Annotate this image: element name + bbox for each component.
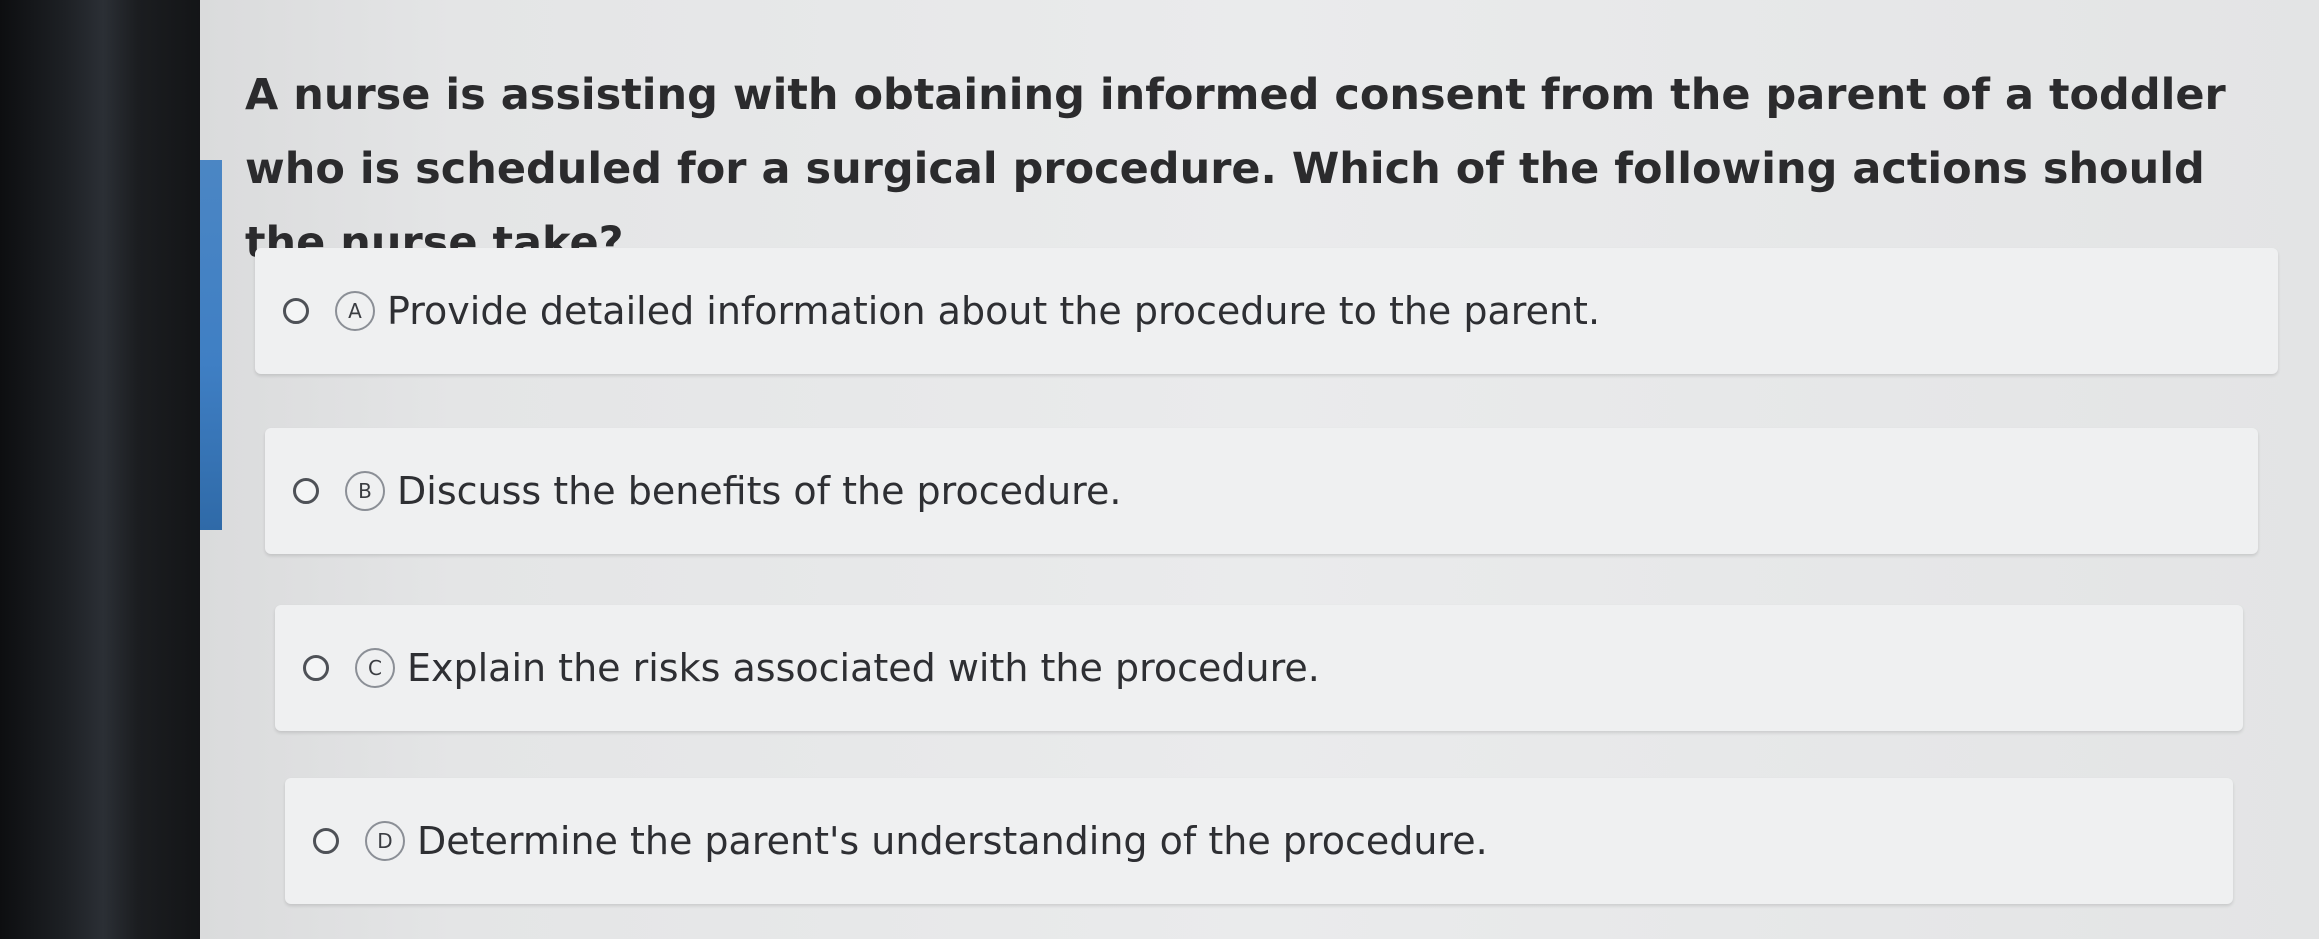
radio-button-a[interactable] [283, 298, 309, 324]
option-letter-c: C [355, 648, 395, 688]
option-text-d: Determine the parent's understanding of … [417, 819, 1488, 863]
option-c[interactable]: C Explain the risks associated with the … [275, 605, 2243, 731]
option-b[interactable]: B Discuss the benefits of the procedure. [265, 428, 2258, 554]
radio-button-c[interactable] [303, 655, 329, 681]
option-d[interactable]: D Determine the parent's understanding o… [285, 778, 2233, 904]
option-text-a: Provide detailed information about the p… [387, 289, 1601, 333]
option-text-c: Explain the risks associated with the pr… [407, 646, 1320, 690]
option-letter-d: D [365, 821, 405, 861]
option-a[interactable]: A Provide detailed information about the… [255, 248, 2278, 374]
accent-strip [200, 160, 222, 530]
option-letter-a: A [335, 291, 375, 331]
option-text-b: Discuss the benefits of the procedure. [397, 469, 1122, 513]
radio-button-b[interactable] [293, 478, 319, 504]
question-text: A nurse is assisting with obtaining info… [245, 70, 2226, 268]
monitor-bezel [0, 0, 230, 939]
option-letter-b: B [345, 471, 385, 511]
radio-button-d[interactable] [313, 828, 339, 854]
